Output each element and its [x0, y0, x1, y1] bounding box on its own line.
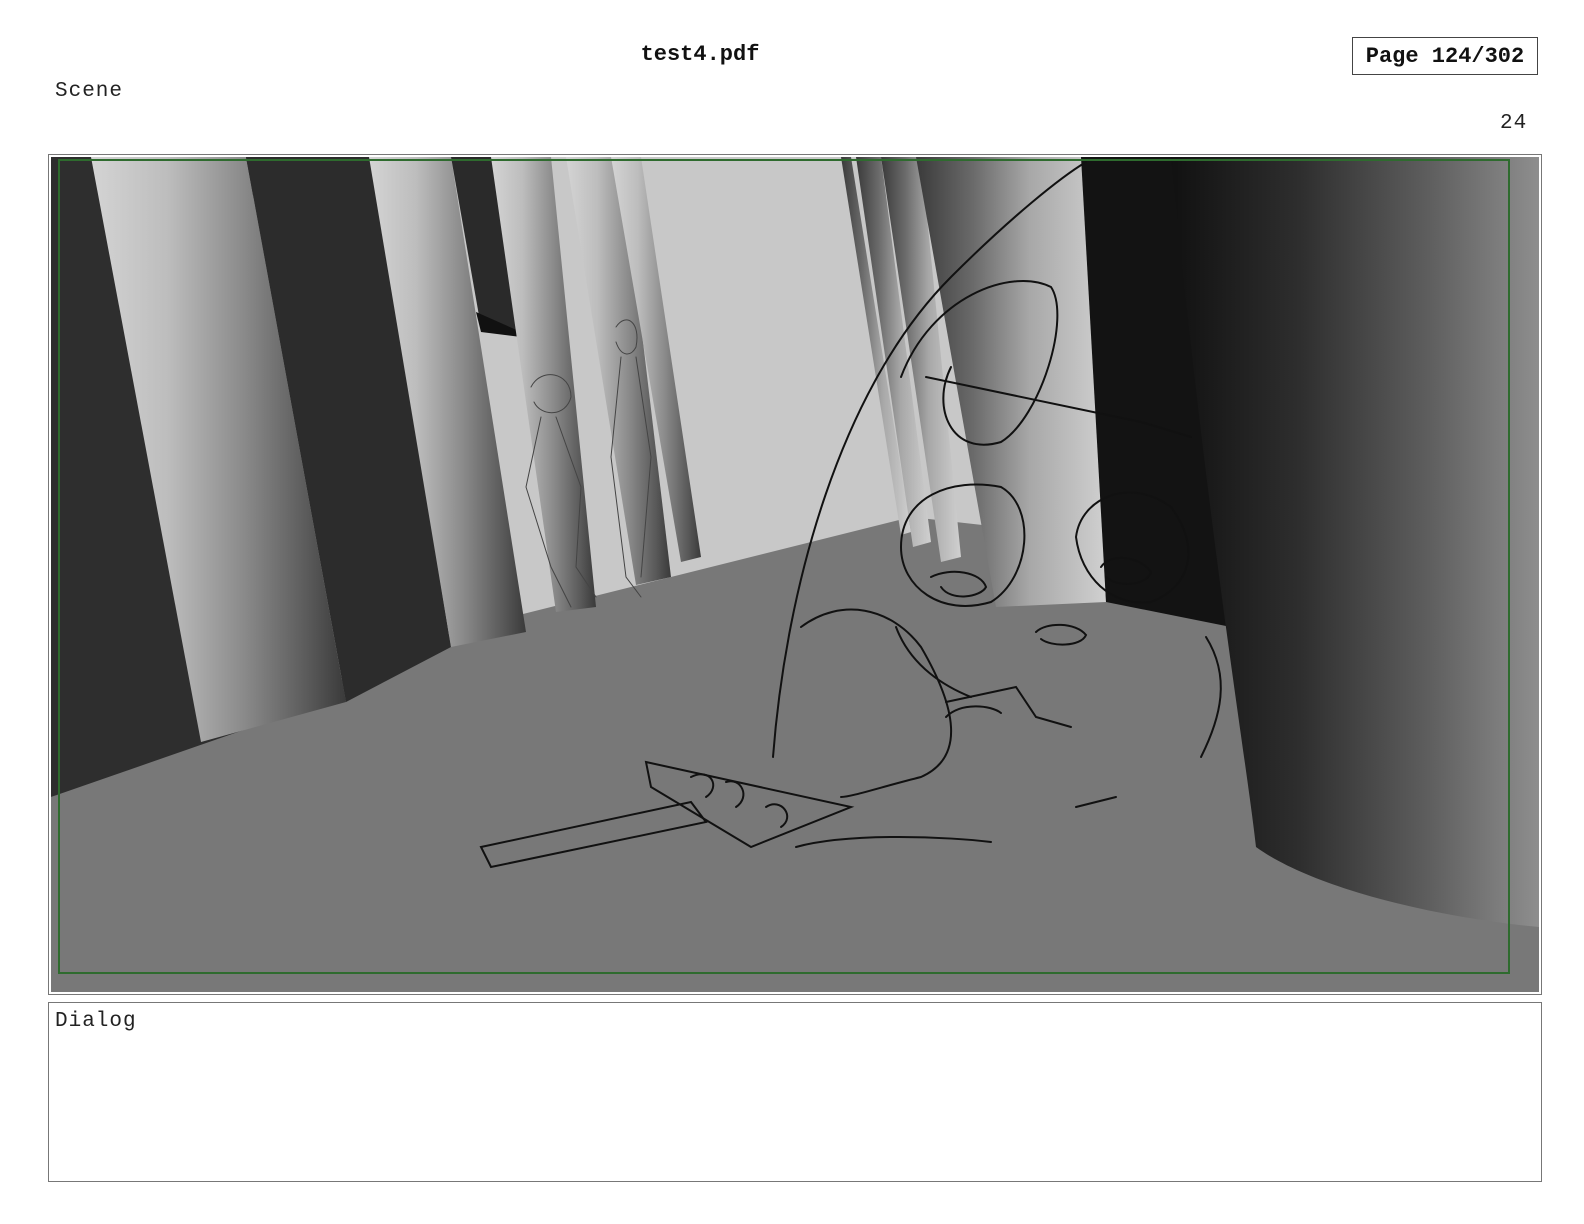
panel-number: 24 — [1500, 112, 1528, 135]
scene-label: Scene — [55, 80, 124, 103]
dialog-label: Dialog — [55, 1010, 137, 1033]
page-indicator: Page 124/302 — [1352, 37, 1538, 75]
storyboard-sketch-image — [51, 157, 1539, 992]
document-title: test4.pdf — [640, 42, 760, 67]
dialog-box — [48, 1002, 1542, 1182]
